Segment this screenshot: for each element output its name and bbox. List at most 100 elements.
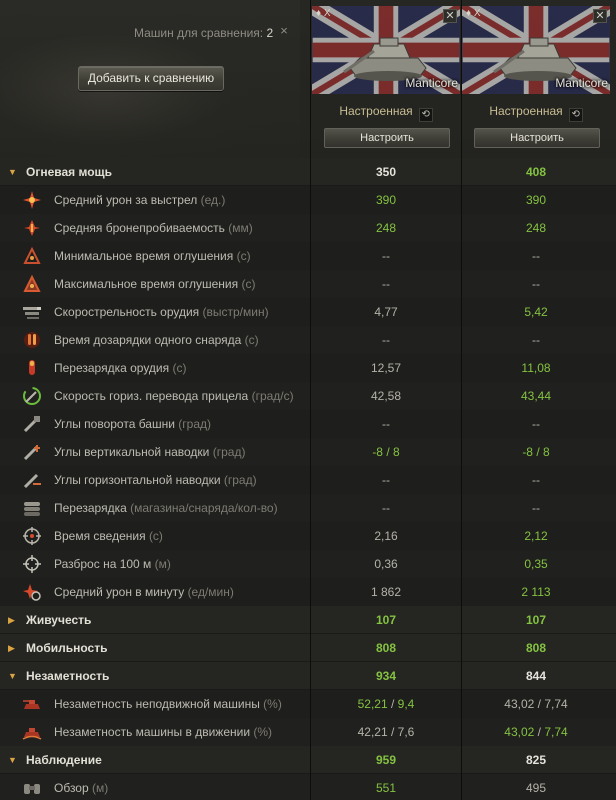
config-label: Настроенная bbox=[339, 104, 413, 118]
stat-value-2: -8 / 8 bbox=[522, 445, 550, 459]
clear-comparison-icon[interactable]: × bbox=[278, 24, 290, 38]
stat-value-2: 43,02 / 7,74 bbox=[504, 697, 568, 711]
group-value-2: 408 bbox=[525, 165, 547, 179]
stat-row: Разброс на 100 м (м) 0,36 0,35 bbox=[0, 550, 616, 578]
stat-value-1: 52,21 / 9,4 bbox=[357, 697, 415, 711]
group-spotting[interactable]: ▼ Наблюдение 959 825 bbox=[0, 746, 616, 774]
stat-value-2: 43,44 bbox=[520, 389, 552, 403]
stat-label: Скорость гориз. перевода прицела (град/с… bbox=[54, 389, 294, 403]
stat-value-1: -- bbox=[382, 473, 390, 487]
group-label: Живучесть bbox=[26, 613, 92, 627]
magazine-icon bbox=[24, 502, 40, 516]
group-value-1: 350 bbox=[375, 165, 397, 179]
remove-vehicle-icon[interactable]: ✕ bbox=[593, 9, 607, 23]
compare-count-value: 2 bbox=[266, 26, 274, 40]
group-label: Мобильность bbox=[26, 641, 108, 655]
group-concealment[interactable]: ▼ Незаметность 934 844 bbox=[0, 662, 616, 690]
stat-value-2: 43,02 / 7,74 bbox=[504, 725, 568, 739]
vehicle-card: ♦ X ✕ Manticore Настроенная ⟲ Настроить bbox=[462, 6, 610, 158]
stat-value-1: 0,36 bbox=[374, 557, 398, 571]
stat-row: Средняя бронепробиваемость (мм) 248 248 bbox=[0, 214, 616, 242]
stat-label: Перезарядка (магазина/снаряда/кол-во) bbox=[54, 501, 278, 515]
chevron-down-icon[interactable]: ▼ bbox=[8, 158, 20, 186]
stun-max-icon bbox=[23, 274, 41, 292]
stat-value-2: -- bbox=[532, 277, 540, 291]
stat-value-1: 12,57 bbox=[370, 361, 402, 375]
stat-label: Скорострельность орудия (выстр/мин) bbox=[54, 305, 269, 319]
stat-value-1: 42,21 / 7,6 bbox=[357, 725, 415, 739]
stat-label: Минимальное время оглушения (с) bbox=[54, 249, 251, 263]
stat-row: Максимальное время оглушения (с) -- -- bbox=[0, 270, 616, 298]
stat-value-2: 2 113 bbox=[521, 585, 551, 599]
group-label: Наблюдение bbox=[26, 753, 102, 767]
tier-label: ♦ X bbox=[466, 8, 481, 19]
config-status: Настроенная ⟲ bbox=[312, 104, 460, 122]
stat-row: Время сведения (с) 2,16 2,12 bbox=[0, 522, 616, 550]
configure-button[interactable]: Настроить bbox=[474, 128, 600, 148]
damage-icon bbox=[23, 191, 41, 209]
stat-value-1: -8 / 8 bbox=[372, 445, 400, 459]
stat-label: Углы горизонтальной наводки (град) bbox=[54, 473, 257, 487]
column-divider bbox=[461, 0, 462, 800]
stat-label: Незаметность машины в движении (%) bbox=[54, 725, 273, 739]
comparison-header: Машин для сравнения: 2 × Добавить к срав… bbox=[0, 0, 616, 160]
penetration-icon bbox=[24, 220, 40, 236]
stat-value-2: 2,12 bbox=[524, 529, 548, 543]
reset-config-icon[interactable]: ⟲ bbox=[568, 108, 583, 122]
stat-row: Средний урон в минуту (ед/мин) 1 862 2 1… bbox=[0, 578, 616, 606]
rate-of-fire-icon bbox=[23, 307, 41, 319]
stat-label: Средний урон в минуту (ед/мин) bbox=[54, 585, 234, 599]
stat-value-1: -- bbox=[382, 501, 390, 515]
chevron-right-icon[interactable]: ▶ bbox=[8, 634, 20, 662]
stat-row: Углы поворота башни (град) -- -- bbox=[0, 410, 616, 438]
stat-row: Скорострельность орудия (выстр/мин) 4,77… bbox=[0, 298, 616, 326]
group-value-2: 808 bbox=[525, 641, 547, 655]
group-mobility[interactable]: ▶ Мобильность 808 808 bbox=[0, 634, 616, 662]
stat-row: Углы вертикальной наводки (град) -8 / 8 … bbox=[0, 438, 616, 466]
reset-config-icon[interactable]: ⟲ bbox=[418, 108, 433, 122]
chevron-down-icon[interactable]: ▼ bbox=[8, 662, 20, 690]
crosshair-icon bbox=[23, 555, 41, 573]
group-label: Незаметность bbox=[26, 669, 110, 683]
stat-value-1: -- bbox=[382, 249, 390, 263]
stat-value-2: -- bbox=[532, 333, 540, 347]
group-value-1: 107 bbox=[375, 613, 397, 627]
column-divider bbox=[310, 0, 311, 800]
stat-value-2: 390 bbox=[525, 193, 547, 207]
remove-vehicle-icon[interactable]: ✕ bbox=[443, 9, 457, 23]
stat-value-1: 551 bbox=[375, 781, 397, 795]
stat-row: Скорость гориз. перевода прицела (град/с… bbox=[0, 382, 616, 410]
group-value-1: 808 bbox=[375, 641, 397, 655]
stat-row: Обзор (м) 551 495 bbox=[0, 774, 616, 800]
group-label: Огневая мощь bbox=[26, 165, 113, 179]
stat-label: Перезарядка орудия (с) bbox=[54, 361, 187, 375]
stat-value-2: -- bbox=[532, 417, 540, 431]
stat-label: Углы вертикальной наводки (град) bbox=[54, 445, 246, 459]
compare-count: Машин для сравнения: 2 bbox=[134, 26, 273, 40]
stat-label: Разброс на 100 м (м) bbox=[54, 557, 171, 571]
stat-value-1: 248 bbox=[375, 221, 397, 235]
stat-value-1: 4,77 bbox=[374, 305, 398, 319]
group-value-1: 934 bbox=[375, 669, 397, 683]
stat-label: Углы поворота башни (град) bbox=[54, 417, 211, 431]
group-firepower[interactable]: ▼ Огневая мощь 350 408 bbox=[0, 158, 616, 186]
compare-count-label: Машин для сравнения: bbox=[134, 26, 264, 40]
stat-value-1: -- bbox=[382, 277, 390, 291]
stat-row: Перезарядка орудия (с) 12,57 11,08 bbox=[0, 354, 616, 382]
camo-moving-icon bbox=[22, 728, 42, 740]
reload-icon bbox=[29, 360, 35, 375]
stat-row: Углы горизонтальной наводки (град) -- -- bbox=[0, 466, 616, 494]
chevron-down-icon[interactable]: ▼ bbox=[8, 746, 20, 774]
add-to-comparison-button[interactable]: Добавить к сравнению bbox=[78, 66, 224, 91]
stun-min-icon bbox=[23, 246, 41, 264]
stat-row: Перезарядка (магазина/снаряда/кол-во) --… bbox=[0, 494, 616, 522]
stat-value-2: 495 bbox=[525, 781, 547, 795]
group-survivability[interactable]: ▶ Живучесть 107 107 bbox=[0, 606, 616, 634]
stat-value-1: -- bbox=[382, 417, 390, 431]
comparison-table: ▼ Огневая мощь 350 408 Средний урон за в… bbox=[0, 158, 616, 800]
turret-angles-icon bbox=[23, 416, 40, 433]
stat-label: Средняя бронепробиваемость (мм) bbox=[54, 221, 253, 235]
configure-button[interactable]: Настроить bbox=[324, 128, 450, 148]
chevron-right-icon[interactable]: ▶ bbox=[8, 606, 20, 634]
vehicle-name: Manticore bbox=[405, 76, 458, 90]
